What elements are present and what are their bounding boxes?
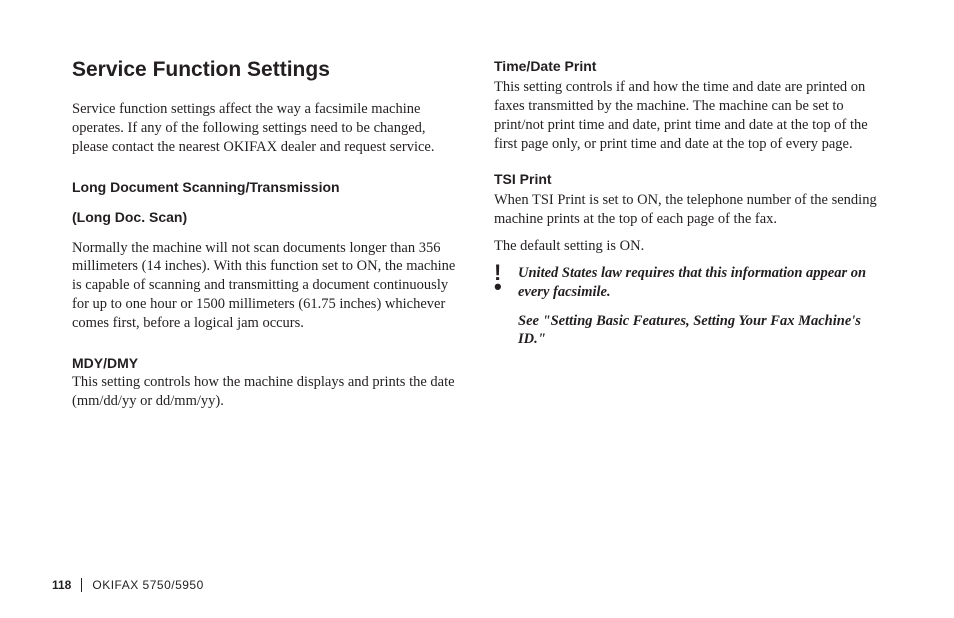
see-reference: See "Setting Basic Features, Setting You… [518, 312, 882, 350]
longdoc-subheading: (Long Doc. Scan) [72, 209, 460, 225]
page-number: 118 [52, 578, 71, 592]
timedate-heading: Time/Date Print [494, 58, 882, 74]
tsi-body1: When TSI Print is set to ON, the telepho… [494, 191, 882, 229]
tsi-heading: TSI Print [494, 171, 882, 187]
page-title: Service Function Settings [72, 58, 460, 82]
note-text: United States law requires that this inf… [518, 264, 882, 302]
longdoc-body: Normally the machine will not scan docum… [72, 239, 460, 333]
timedate-body: This setting controls if and how the tim… [494, 78, 882, 153]
right-column: Time/Date Print This setting controls if… [494, 58, 882, 424]
mdy-heading: MDY/DMY [72, 355, 460, 371]
footer-divider [81, 578, 82, 592]
mdy-body: This setting controls how the machine di… [72, 373, 460, 411]
caution-icon: ! • [494, 264, 508, 302]
longdoc-heading: Long Document Scanning/Transmission [72, 179, 460, 195]
footer-product: OKIFAX 5750/5950 [92, 578, 203, 592]
note-block: ! • United States law requires that this… [494, 264, 882, 302]
tsi-body2: The default setting is ON. [494, 237, 882, 256]
page-content: Service Function Settings Service functi… [72, 58, 882, 424]
page-footer: 118 OKIFAX 5750/5950 [52, 578, 204, 592]
left-column: Service Function Settings Service functi… [72, 58, 460, 424]
intro-paragraph: Service function settings affect the way… [72, 100, 460, 157]
